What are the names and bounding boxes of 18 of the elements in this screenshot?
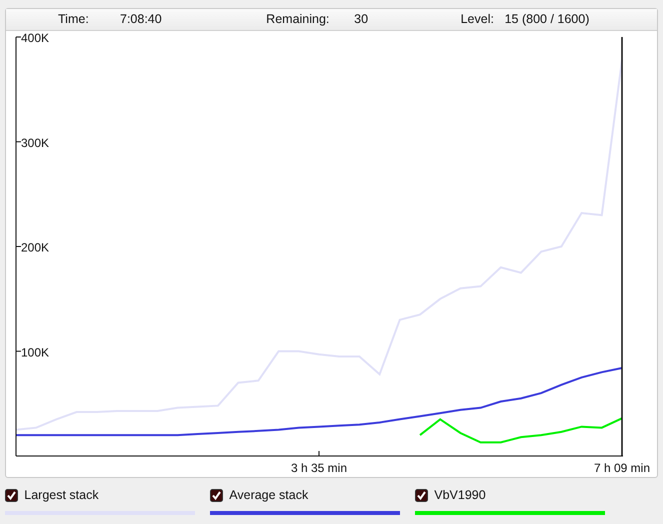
legend-label: Average stack bbox=[229, 487, 308, 504]
status-label: Remaining: bbox=[266, 12, 330, 26]
status-label: Level: bbox=[460, 12, 494, 26]
status-value: 30 bbox=[354, 11, 368, 28]
y-tick-label: 400K bbox=[21, 31, 50, 45]
status-label: Time: bbox=[58, 12, 89, 26]
checkbox[interactable] bbox=[5, 488, 18, 502]
checkbox[interactable] bbox=[210, 488, 223, 502]
y-tick-label: 200K bbox=[21, 240, 50, 254]
legend-label: Largest stack bbox=[24, 487, 99, 504]
y-tick-label: 300K bbox=[21, 136, 50, 150]
status-value: 15 (800 / 1600) bbox=[504, 11, 590, 28]
checkbox[interactable] bbox=[415, 488, 428, 502]
x-tick-label: 7 h 09 min bbox=[594, 461, 650, 475]
status-value: 7:08:40 bbox=[120, 11, 162, 28]
y-tick-label: 100K bbox=[21, 345, 50, 360]
x-tick-label: 3 h 35 min bbox=[290, 461, 348, 475]
legend-label: VbV1990 bbox=[434, 487, 486, 504]
